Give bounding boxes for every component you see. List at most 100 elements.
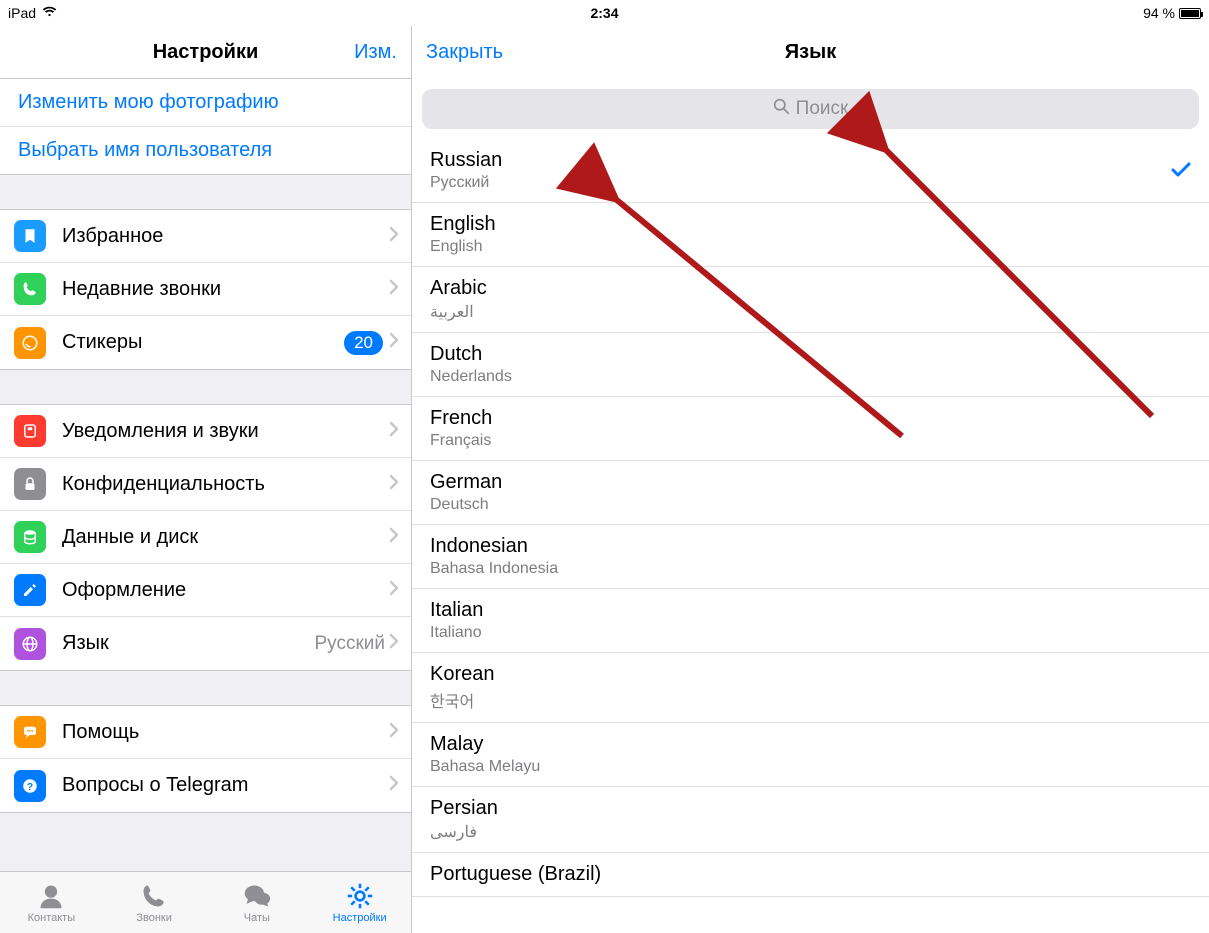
language-row[interactable]: French Français — [412, 397, 1209, 461]
chevron-right-icon — [389, 527, 399, 548]
language-native: Русский — [430, 174, 1171, 192]
status-bar: iPad 2:34 94 % — [0, 0, 1209, 26]
language-row[interactable]: Russian Русский — [412, 139, 1209, 203]
close-button[interactable]: Закрыть — [412, 41, 517, 64]
notif-icon — [14, 415, 46, 447]
tab-label: Звонки — [136, 912, 172, 924]
chevron-right-icon — [389, 580, 399, 601]
phone-icon — [14, 273, 46, 305]
language-name: Italian — [430, 599, 1191, 622]
settings-row-lock[interactable]: Конфиденциальность — [0, 458, 411, 511]
bookmark-icon — [14, 220, 46, 252]
language-row[interactable]: Portuguese (Brazil) — [412, 853, 1209, 897]
language-native: Français — [430, 432, 1191, 450]
help-icon: ? — [14, 770, 46, 802]
language-row[interactable]: Italian Italiano — [412, 589, 1209, 653]
row-label: Конфиденциальность — [62, 473, 389, 496]
language-native: Deutsch — [430, 496, 1191, 514]
search-input[interactable]: Поиск — [422, 89, 1199, 129]
language-native: Nederlands — [430, 368, 1191, 386]
language-name: English — [430, 213, 1191, 236]
chevron-right-icon — [389, 722, 399, 743]
row-label: Данные и диск — [62, 526, 389, 549]
language-native: Bahasa Indonesia — [430, 560, 1191, 578]
language-row[interactable]: English English — [412, 203, 1209, 267]
row-label: Уведомления и звуки — [62, 420, 389, 443]
language-name: German — [430, 471, 1191, 494]
language-name: Russian — [430, 149, 1171, 172]
chevron-right-icon — [389, 332, 399, 353]
row-label: Язык — [62, 632, 315, 655]
language-name: Arabic — [430, 277, 1191, 300]
settings-row-bookmark[interactable]: Избранное — [0, 210, 411, 263]
settings-row-globe[interactable]: ЯзыкРусский — [0, 617, 411, 670]
language-row[interactable]: Arabicالعربية — [412, 267, 1209, 333]
choose-username-link[interactable]: Выбрать имя пользователя — [0, 127, 411, 174]
tab-settings[interactable]: Настройки — [308, 872, 411, 933]
tab-chats[interactable]: Чаты — [206, 872, 309, 933]
chevron-right-icon — [389, 226, 399, 247]
chevron-right-icon — [389, 474, 399, 495]
language-native: Italiano — [430, 624, 1191, 642]
data-icon — [14, 521, 46, 553]
language-name: Malay — [430, 733, 1191, 756]
chevron-right-icon — [389, 279, 399, 300]
check-icon — [1171, 158, 1191, 184]
row-label: Недавние звонки — [62, 278, 389, 301]
change-photo-link[interactable]: Изменить мою фотографию — [0, 79, 411, 127]
sticker-icon — [14, 327, 46, 359]
battery-icon — [1179, 8, 1201, 19]
language-name: Indonesian — [430, 535, 1191, 558]
svg-text:?: ? — [27, 780, 33, 792]
device-label: iPad — [8, 5, 36, 21]
tab-contacts[interactable]: Контакты — [0, 872, 103, 933]
language-native: 한국어 — [430, 688, 1191, 712]
row-label: Вопросы о Telegram — [62, 774, 389, 797]
language-row[interactable]: Indonesian Bahasa Indonesia — [412, 525, 1209, 589]
globe-icon — [14, 628, 46, 660]
language-native: English — [430, 238, 1191, 256]
language-row[interactable]: German Deutsch — [412, 461, 1209, 525]
search-icon — [773, 98, 790, 121]
language-row[interactable]: Malay Bahasa Melayu — [412, 723, 1209, 787]
row-label: Стикеры — [62, 331, 344, 354]
language-native: العربية — [430, 302, 1191, 322]
row-value: Русский — [315, 633, 386, 655]
settings-row-sticker[interactable]: Стикеры20 — [0, 316, 411, 369]
tab-label: Настройки — [333, 912, 387, 924]
chevron-right-icon — [389, 775, 399, 796]
settings-navbar: Настройки Изм. — [0, 26, 411, 79]
language-navbar: Закрыть Язык — [412, 26, 1209, 79]
language-native: فارسی — [430, 822, 1191, 842]
settings-row-phone[interactable]: Недавние звонки — [0, 263, 411, 316]
search-placeholder: Поиск — [796, 98, 849, 120]
language-name: Persian — [430, 797, 1191, 820]
settings-row-help[interactable]: ? Вопросы о Telegram — [0, 759, 411, 812]
tab-bar: Контакты Звонки Чаты Настройки — [0, 871, 411, 933]
language-name: Korean — [430, 663, 1191, 686]
status-time: 2:34 — [406, 5, 804, 21]
badge: 20 — [344, 331, 383, 355]
language-native: Bahasa Melayu — [430, 758, 1191, 776]
edit-button[interactable]: Изм. — [340, 41, 411, 64]
chevron-right-icon — [389, 421, 399, 442]
row-label: Помощь — [62, 721, 389, 744]
settings-row-brush[interactable]: Оформление — [0, 564, 411, 617]
language-name: Dutch — [430, 343, 1191, 366]
language-name: French — [430, 407, 1191, 430]
language-row[interactable]: Persianفارسی — [412, 787, 1209, 853]
brush-icon — [14, 574, 46, 606]
settings-row-notif[interactable]: Уведомления и звуки — [0, 405, 411, 458]
tab-calls[interactable]: Звонки — [103, 872, 206, 933]
tab-label: Контакты — [28, 912, 76, 924]
row-label: Оформление — [62, 579, 389, 602]
row-label: Избранное — [62, 225, 389, 248]
settings-row-chat[interactable]: Помощь — [0, 706, 411, 759]
tab-label: Чаты — [244, 912, 270, 924]
wifi-icon — [42, 5, 57, 21]
language-row[interactable]: Korean한국어 — [412, 653, 1209, 723]
chevron-right-icon — [389, 633, 399, 654]
settings-row-data[interactable]: Данные и диск — [0, 511, 411, 564]
language-name: Portuguese (Brazil) — [430, 863, 1191, 886]
language-row[interactable]: Dutch Nederlands — [412, 333, 1209, 397]
